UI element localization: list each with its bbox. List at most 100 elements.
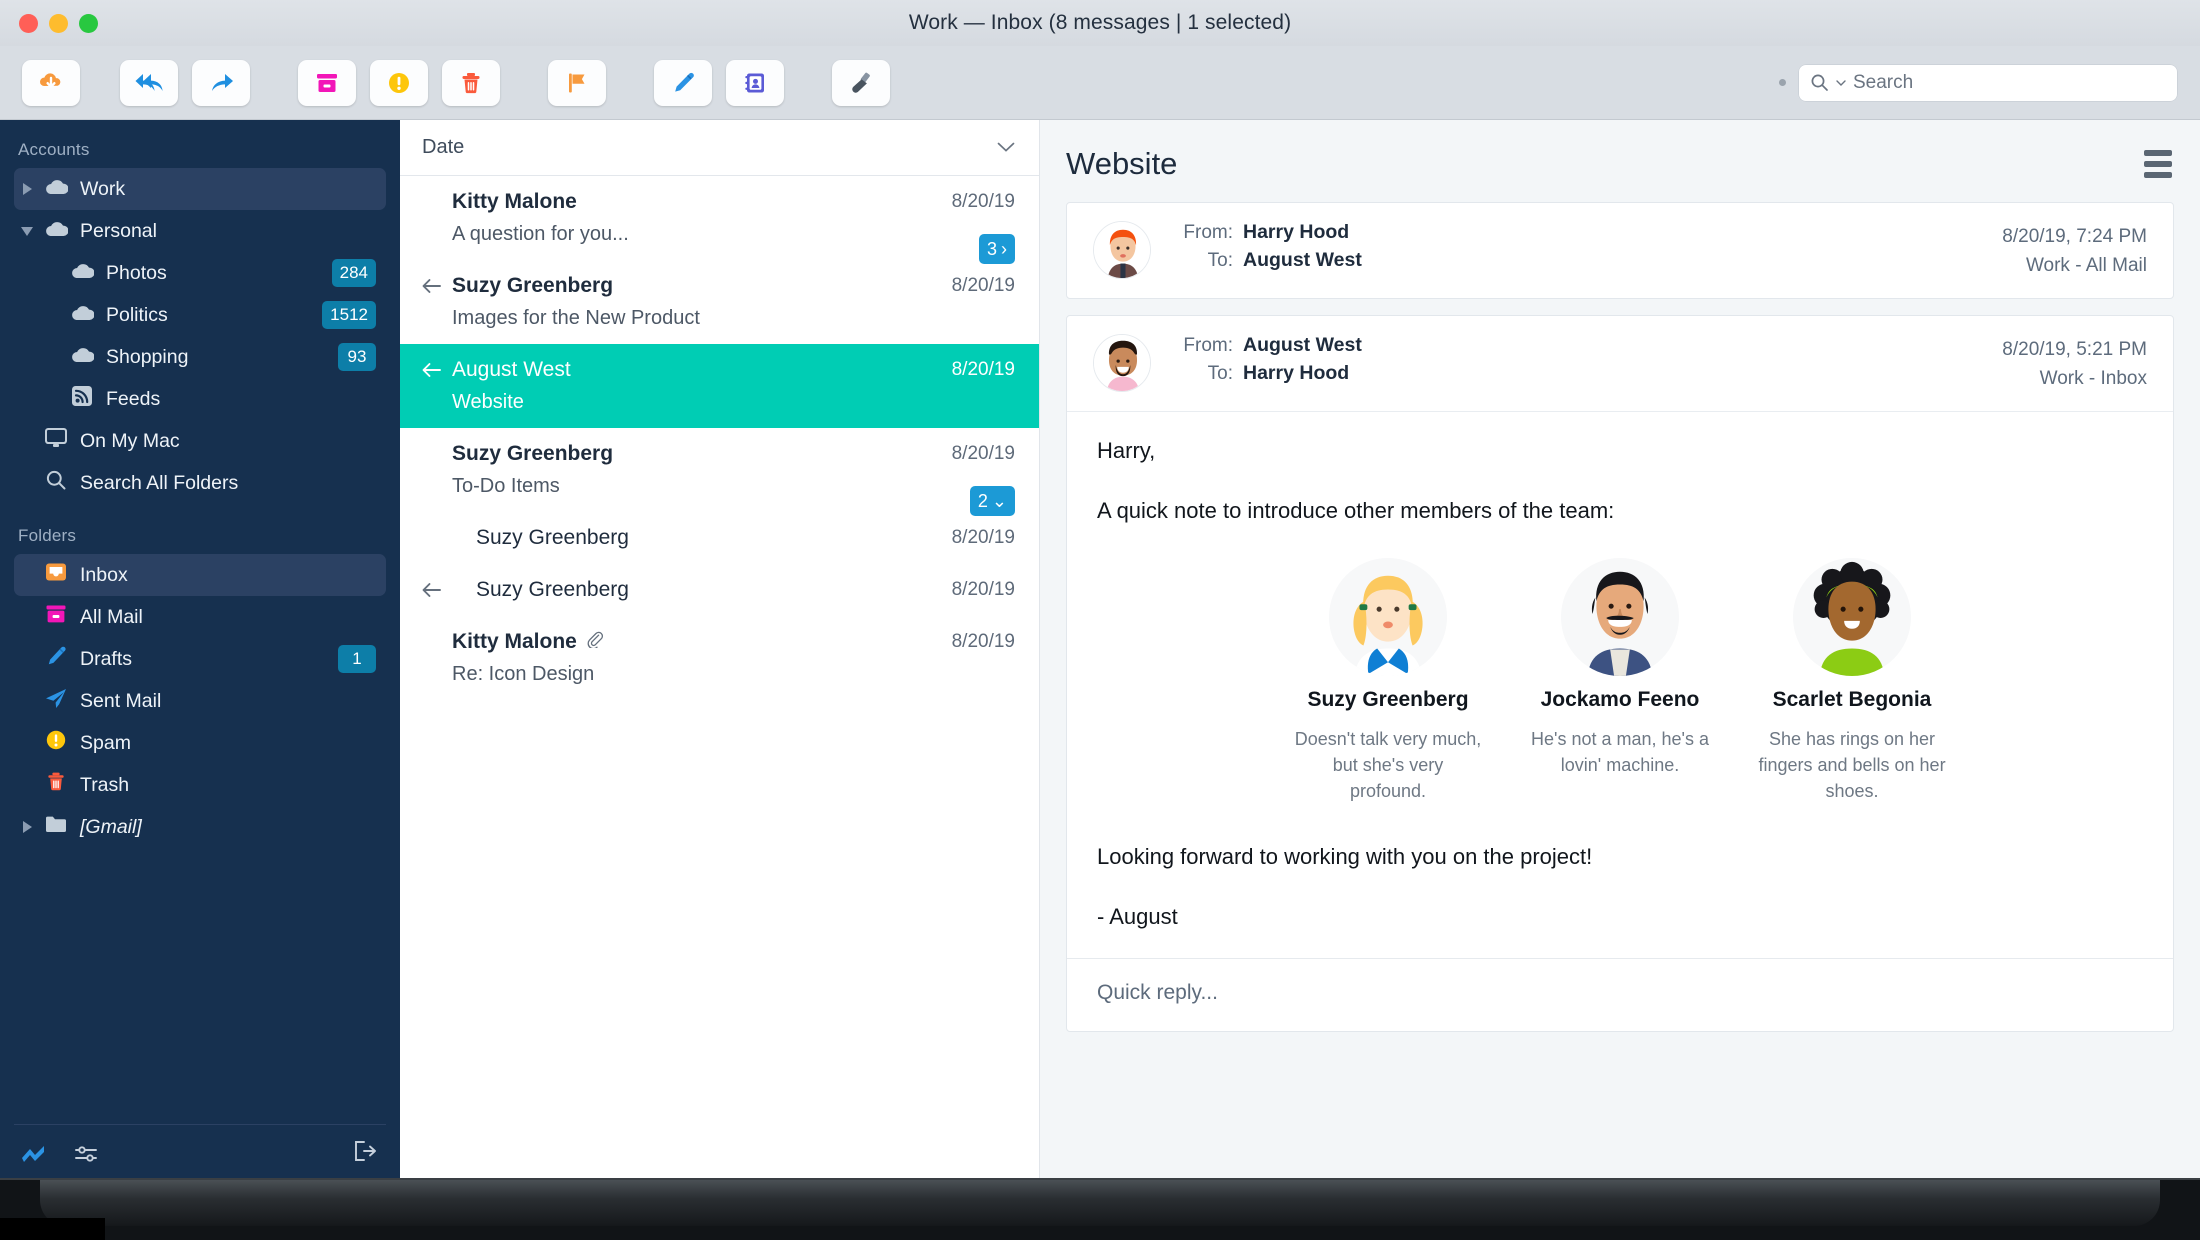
sidebar-item-label: Work [80,177,126,200]
cloud-icon [40,219,72,243]
message-list-item[interactable]: Suzy Greenberg 8/20/19 [400,564,1039,616]
message-list-item[interactable]: Suzy Greenberg 8/20/19 Images for the New … [400,260,1039,344]
sidebar-item-gmail[interactable]: [Gmail] [14,806,386,848]
sidebar-item-drafts[interactable]: Drafts 1 [14,638,386,680]
sidebar: Accounts Work Personal Photos 284 Politics 15… [0,120,400,1182]
inbox-icon [40,561,72,589]
sidebar-scroll: Accounts Work Personal Photos 284 Politics 15… [0,120,400,1124]
allmail-icon [40,603,72,631]
sidebar-item-label: All Mail [80,605,143,628]
logout-button[interactable] [352,1139,378,1168]
jockamo-feeno-avatar [1561,558,1679,676]
list-header[interactable]: Date [400,120,1039,176]
folders-section-title: Folders [18,526,77,545]
sidebar-item-spam[interactable]: Spam [14,722,386,764]
trash-icon [462,72,480,93]
search-area: Search [1779,63,2178,102]
archive-button[interactable] [298,59,356,106]
hamburger-icon[interactable] [2144,150,2172,178]
harry-hood-avatar [1093,221,1151,279]
activity-icon[interactable] [20,1144,48,1164]
sidebar-item-trash[interactable]: Trash [14,764,386,806]
forward-button[interactable] [192,59,250,106]
replied-arrow-icon [422,278,452,294]
contacts-button[interactable] [726,59,784,106]
from-value: August West [1243,334,1362,356]
sidebar-item-inbox[interactable]: Inbox [14,554,386,596]
message-subject: Re: Icon Design [452,663,595,685]
message-list-item[interactable]: Kitty Malone 8/20/19 A question for you...… [400,176,1039,264]
sidebar-item-label: Shopping [106,345,189,368]
sidebar-item-politics[interactable]: Politics 1512 [14,294,386,336]
conversation-title: Website [1066,146,1178,181]
sidebar-item-feeds[interactable]: Feeds [14,378,386,420]
quick-reply-field[interactable]: Quick reply... [1067,958,2173,1031]
cleanup-button[interactable] [832,59,890,106]
from-label: From: [1183,222,1233,243]
junk-button[interactable] [370,59,428,106]
sidebar-item-label: On My Mac [80,429,180,452]
to-label: To: [1207,363,1233,384]
sidebar-item-shopping[interactable]: Shopping 93 [14,336,386,378]
cloud-icon [66,303,98,327]
team-members: Suzy Greenberg Doesn't talk very much, b… [1097,558,2143,804]
reading-pane: Website From: Harry Hood To: August West… [1040,120,2200,1182]
folder-icon [40,814,72,840]
message-list-item[interactable]: Suzy Greenberg 8/20/19 [400,512,1039,564]
get-mail-button[interactable] [22,59,80,106]
member-desc: He's not a man, he's a lovin' machine. [1531,729,1709,776]
message-date: 8/20/19 [951,443,1015,464]
sidebar-item-label: Photos [106,261,167,284]
chevron-down-icon[interactable] [1836,79,1846,87]
message-list-item[interactable]: August West 8/20/19 Website [400,344,1039,428]
search-input[interactable]: Search [1798,63,2178,102]
bezel-notch [0,1218,105,1240]
reply-all-button[interactable] [120,59,178,106]
sidebar-item-sent-mail[interactable]: Sent Mail [14,680,386,722]
chevron-down-icon[interactable] [997,142,1015,153]
flag-icon [569,73,585,92]
thread-expand-icon: ⌄ [991,490,1007,511]
sidebar-item-work[interactable]: Work [14,168,386,210]
sidebar-item-personal[interactable]: Personal [14,210,386,252]
message-list-item[interactable]: Suzy Greenberg 8/20/19 To-Do Items 2 ⌄ [400,428,1039,516]
from-row: From: Harry Hood [1171,221,2002,244]
message-header[interactable]: From: August West To: Harry Hood 8/20/19… [1067,316,2173,411]
flag-button[interactable] [548,59,606,106]
sender-name: August West [452,358,571,381]
twisty-down-icon[interactable] [14,226,40,236]
message-subject: Images for the New Product [452,307,700,329]
pencil-icon [40,645,72,673]
sidebar-item-photos[interactable]: Photos 284 [14,252,386,294]
scarlet-begonia-avatar [1793,558,1911,676]
replied-arrow-icon [422,582,452,598]
message-fields: From: August West To: Harry Hood [1171,334,2002,390]
replied-arrow-icon [422,362,452,378]
cloud-icon [40,177,72,201]
filter-sliders-icon[interactable] [74,1143,100,1165]
message-list-item[interactable]: Kitty Malone 8/20/19 Re: Icon Design [400,616,1039,700]
unread-count-badge: 93 [338,343,376,371]
sidebar-item-on-my-mac[interactable]: On My Mac [14,420,386,462]
twisty-right-icon[interactable] [14,183,40,195]
window-title: Work — Inbox (8 messages | 1 selected) [908,11,1292,34]
unread-count-badge: 284 [331,259,376,287]
member-desc: Doesn't talk very much, but she's very p… [1294,729,1482,802]
sidebar-item-label: Drafts [80,647,133,670]
search-placeholder: Search [1853,71,1914,93]
delete-button[interactable] [442,59,500,106]
august-west-avatar [1093,334,1151,392]
sidebar-item-all-mail[interactable]: All Mail [14,596,386,638]
cloud-icon [66,261,98,285]
message-date: 8/20/19 [951,359,1015,380]
screen: Work — Inbox (8 messages | 1 selected) S… [0,0,2200,1240]
message-mailbox: Work - Inbox [2039,367,2147,389]
quick-reply-placeholder: Quick reply... [1097,981,1218,1005]
sidebar-item-label: Inbox [80,563,128,586]
pencil-icon [675,72,694,92]
twisty-right-icon[interactable] [14,821,40,833]
sidebar-item-search-all-folders[interactable]: Search All Folders [14,462,386,504]
message-card-collapsed[interactable]: From: Harry Hood To: August West 8/20/19… [1066,202,2174,299]
cloud-icon [66,345,98,369]
compose-button[interactable] [654,59,712,106]
